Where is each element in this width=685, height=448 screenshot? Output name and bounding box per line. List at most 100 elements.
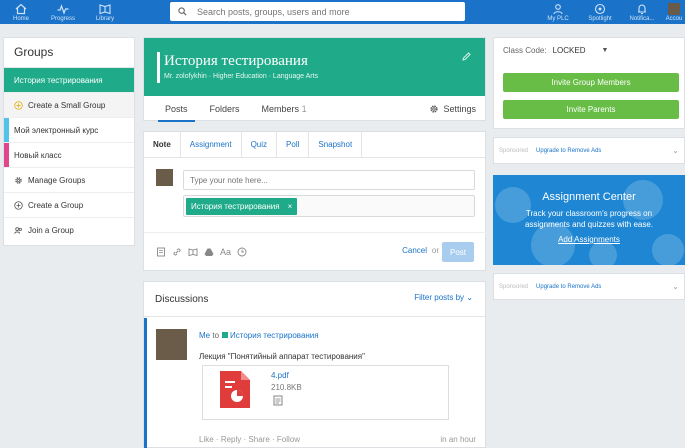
tab-posts[interactable]: Posts — [154, 96, 199, 122]
group-settings-button[interactable]: Settings — [429, 96, 476, 122]
post-composer: Note Assignment Quiz Poll Snapshot Истор… — [143, 131, 487, 271]
clock-icon[interactable] — [237, 247, 247, 257]
user-avatar — [156, 169, 173, 186]
assignment-center-card: Assignment Center Track your classroom's… — [493, 175, 685, 265]
home-icon — [15, 3, 27, 14]
nav-account[interactable]: Accou — [663, 2, 685, 22]
nav-spotlight-label: Spotlight — [588, 15, 612, 22]
sponsored-label: Sponsored — [499, 147, 529, 154]
top-nav-right: My PLC Spotlight Notifica... Accou — [537, 0, 685, 24]
author-avatar — [156, 329, 187, 360]
share-link[interactable]: Share — [248, 435, 269, 444]
sidebar-item-create-group[interactable]: Create a Group — [4, 193, 134, 218]
search-bar[interactable] — [170, 2, 465, 21]
group-title: История тестирования — [164, 53, 308, 69]
search-input[interactable] — [197, 6, 447, 17]
separator: · — [272, 435, 275, 444]
sidebar-item-create-small-group[interactable]: Create a Small Group — [4, 93, 134, 118]
members-count: 1 — [301, 104, 307, 114]
composer-tabs: Note Assignment Quiz Poll Snapshot — [144, 132, 485, 158]
pencil-icon[interactable] — [461, 51, 472, 62]
class-code-label: Class Code: — [503, 46, 547, 55]
attachment-name[interactable]: 4.pdf — [271, 371, 289, 380]
tab-folders[interactable]: Folders — [199, 96, 251, 122]
discussions-header: Discussions Filter posts by ⌄ — [144, 282, 485, 317]
sponsored-bar-1: Sponsored Upgrade to Remove Ads ⌄ — [493, 137, 685, 164]
nav-notifications[interactable]: Notifica... — [621, 3, 663, 22]
tab-assignment[interactable]: Assignment — [181, 132, 242, 158]
chevron-down-icon: ⌄ — [466, 293, 473, 302]
recipient-chip: История тестрирования × — [186, 198, 298, 215]
sidebar-item-label: Create a Group — [28, 200, 84, 210]
document-icon[interactable] — [273, 395, 283, 406]
or-label: or — [431, 246, 439, 255]
add-assignments-link[interactable]: Add Assignments — [493, 235, 685, 244]
upgrade-link[interactable]: Upgrade to Remove Ads — [536, 148, 601, 154]
sidebar-item-label: Новый класс — [14, 150, 62, 160]
like-link[interactable]: Like — [199, 435, 214, 444]
google-drive-icon[interactable] — [204, 247, 214, 257]
tab-note[interactable]: Note — [144, 132, 181, 158]
text-format-button[interactable]: Aa — [220, 247, 231, 257]
chevron-down-icon[interactable]: ⌄ — [672, 146, 679, 155]
progress-icon — [57, 3, 69, 15]
cancel-button[interactable]: Cancel — [402, 246, 427, 255]
follow-link[interactable]: Follow — [277, 435, 300, 444]
nav-my-plc[interactable]: My PLC — [537, 3, 579, 22]
filter-posts-dropdown[interactable]: Filter posts by ⌄ — [414, 293, 473, 302]
nav-account-label: Accou — [665, 15, 683, 22]
nav-spotlight[interactable]: Spotlight — [579, 3, 621, 22]
nav-home[interactable]: Home — [0, 3, 42, 22]
library-icon — [99, 3, 111, 14]
pdf-file-icon — [220, 371, 250, 408]
class-code-value: LOCKED — [552, 46, 586, 55]
tab-poll[interactable]: Poll — [277, 132, 310, 158]
sidebar-item-join-group[interactable]: Join a Group — [4, 218, 134, 243]
account-avatar — [668, 2, 680, 15]
discussions-title: Discussions — [155, 293, 209, 305]
file-attach-icon[interactable] — [156, 247, 166, 257]
attachment-size: 210.8KB — [271, 383, 302, 392]
sidebar-item-new-class[interactable]: Новый класс — [4, 143, 134, 168]
invite-parents-button[interactable]: Invite Parents — [503, 100, 679, 119]
group-tabs: Posts Folders Members 1 Settings — [144, 96, 485, 122]
tab-snapshot[interactable]: Snapshot — [309, 132, 363, 158]
post-sender[interactable]: Me — [199, 331, 210, 340]
attachment-card[interactable]: 4.pdf 210.8KB — [202, 365, 449, 420]
chip-close-icon[interactable]: × — [288, 202, 293, 211]
nav-progress[interactable]: Progress — [42, 3, 84, 22]
sidebar-item-label: Manage Groups — [28, 175, 86, 185]
separator: · — [243, 435, 247, 444]
upgrade-link[interactable]: Upgrade to Remove Ads — [536, 284, 601, 290]
invite-members-button[interactable]: Invite Group Members — [503, 73, 679, 92]
group-banner: История тестирования Mr. zolofykhin · Hi… — [144, 38, 485, 96]
sidebar-item-e-course[interactable]: Мой электронный курс — [4, 118, 134, 143]
note-input[interactable] — [183, 170, 475, 190]
groups-title: Groups — [4, 38, 134, 68]
reply-link[interactable]: Reply — [221, 435, 241, 444]
groups-sidebar: Groups История тестрирования Create a Sm… — [3, 37, 135, 246]
sponsored-bar-2: Sponsored Upgrade to Remove Ads ⌄ — [493, 273, 685, 300]
assignment-center-description: Track your classroom's progress on assig… — [524, 209, 654, 229]
top-navigation-bar: Home Progress Library My PLC Spotlight N… — [0, 0, 685, 24]
chevron-down-icon[interactable]: ⌄ — [672, 282, 679, 291]
tab-quiz[interactable]: Quiz — [242, 132, 278, 158]
sidebar-item-active-group[interactable]: История тестрирования — [4, 68, 134, 93]
sidebar-item-manage-groups[interactable]: Manage Groups — [4, 168, 134, 193]
tab-members-label: Members — [261, 104, 300, 114]
discussion-post: Me to История тестрирования Лекция "Понят… — [144, 318, 485, 448]
nav-home-label: Home — [12, 15, 29, 22]
post-button[interactable]: Post — [442, 242, 474, 262]
search-icon — [178, 7, 187, 16]
recipients-field[interactable]: История тестрирования × — [183, 195, 475, 217]
library-icon[interactable] — [188, 247, 198, 257]
tab-members[interactable]: Members 1 — [251, 96, 318, 122]
tab-folders-label: Folders — [209, 104, 240, 114]
post-group[interactable]: История тестрирования — [230, 331, 319, 340]
nav-library[interactable]: Library — [84, 3, 126, 22]
sidebar-item-label: История тестрирования — [14, 75, 103, 85]
link-icon[interactable] — [172, 247, 182, 257]
settings-label: Settings — [443, 104, 476, 114]
gear-icon — [15, 176, 22, 184]
caret-down-icon[interactable]: ▼ — [601, 47, 608, 54]
